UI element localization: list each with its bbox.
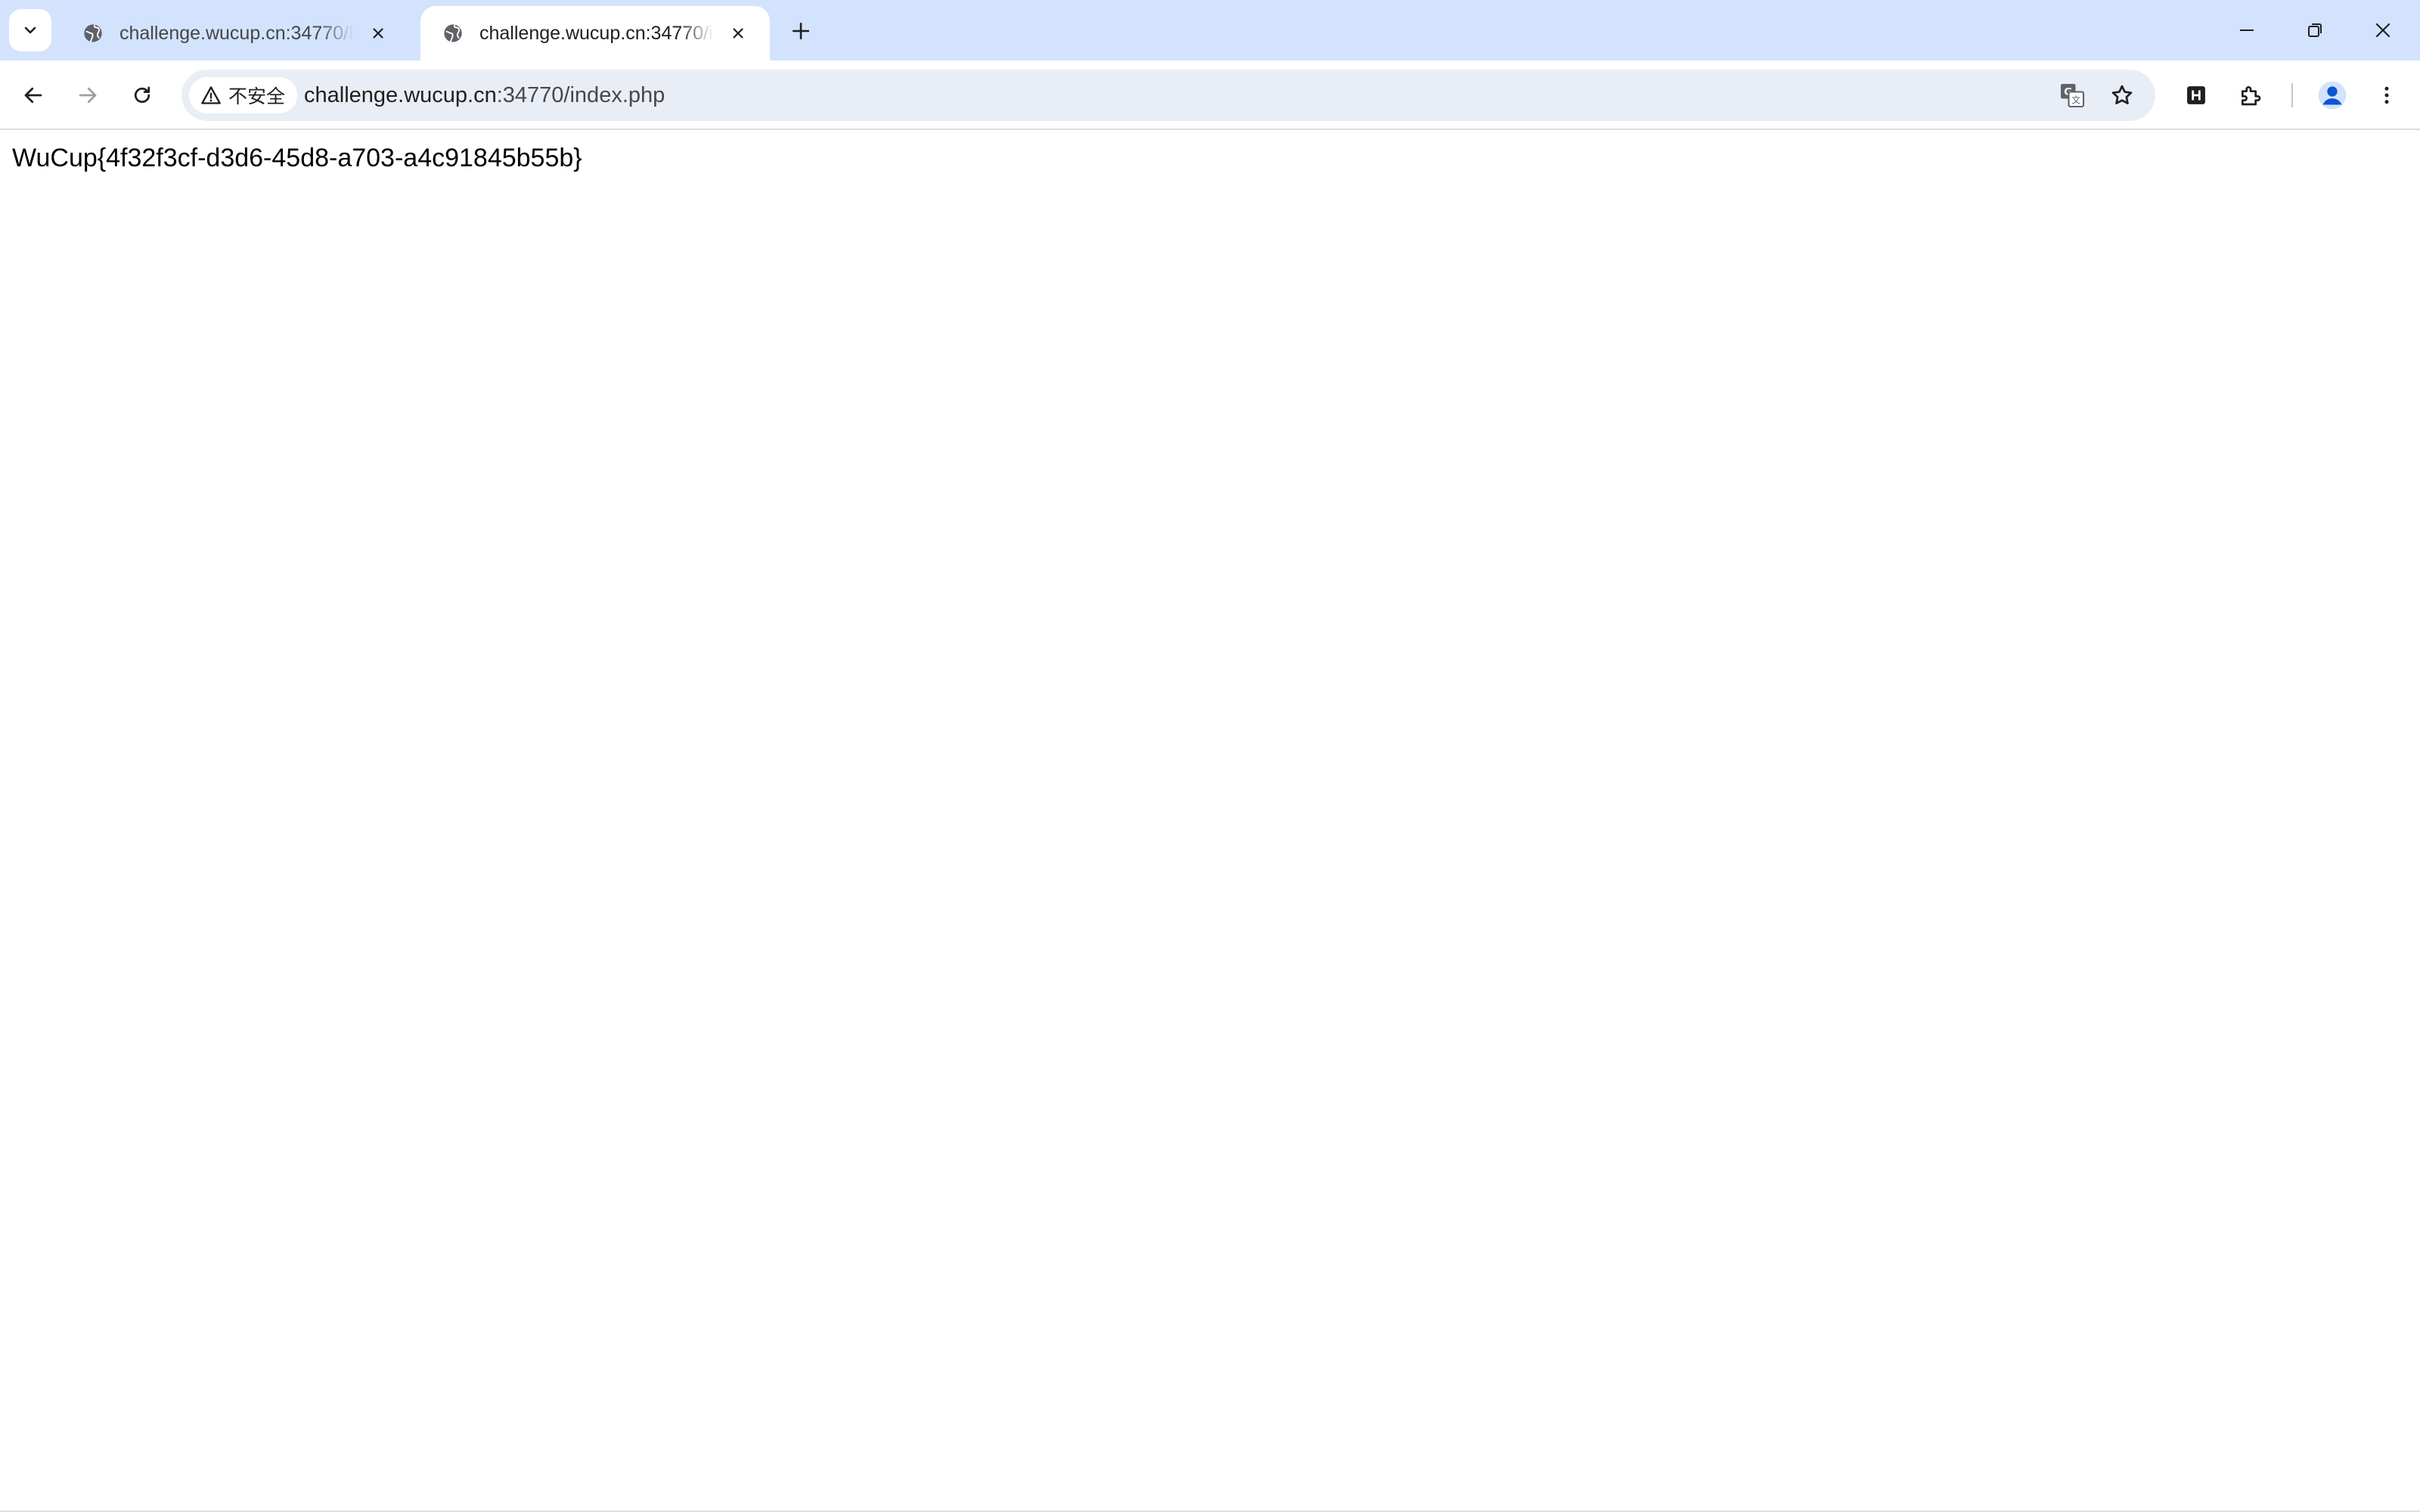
back-arrow-icon (24, 87, 42, 104)
hackbar-extension-button[interactable] (2178, 77, 2214, 113)
url-host: challenge.wucup.cn (304, 83, 497, 107)
tab-1[interactable]: challenge.wucup.cn:34770/Es (60, 6, 410, 60)
flag-text: WuCup{4f32f3cf-d3d6-45d8-a703-a4c91845b5… (12, 144, 582, 172)
tab-strip: challenge.wucup.cn:34770/Es challenge.wu… (0, 0, 2420, 60)
bookmark-button[interactable] (2105, 79, 2139, 112)
tab-2-active[interactable]: challenge.wucup.cn:34770/index.php (420, 6, 770, 60)
globe-icon (442, 22, 464, 45)
chevron-down-icon (24, 26, 36, 34)
security-label: 不安全 (228, 85, 286, 107)
minimize-icon (2240, 29, 2254, 31)
forward-arrow-icon (79, 87, 97, 104)
extensions-button[interactable] (2232, 77, 2269, 113)
browser-window: challenge.wucup.cn:34770/Es challenge.wu… (0, 0, 2420, 1512)
restore-icon (2308, 23, 2322, 37)
url-text[interactable]: challenge.wucup.cn:34770/index.php (304, 70, 665, 121)
kebab-menu-icon (2384, 86, 2389, 104)
toolbar: 不安全 challenge.wucup.cn:34770/index.php G… (0, 60, 2420, 130)
back-button[interactable] (15, 77, 51, 113)
profile-button[interactable] (2314, 77, 2350, 113)
toolbar-divider (2291, 83, 2293, 107)
reload-icon (134, 86, 150, 104)
page-content: WuCup{4f32f3cf-d3d6-45d8-a703-a4c91845b5… (0, 130, 2420, 1512)
tab-2-title: challenge.wucup.cn:34770/index.php (479, 22, 714, 44)
reload-button[interactable] (124, 77, 160, 113)
avatar-icon (2318, 81, 2347, 110)
minimize-button[interactable] (2213, 0, 2281, 60)
warning-icon (200, 84, 222, 107)
translate-icon: G 文 (2061, 84, 2085, 108)
forward-button[interactable] (70, 77, 106, 113)
url-path: :34770/index.php (496, 83, 666, 107)
star-icon (2111, 85, 2133, 104)
new-tab-button[interactable] (783, 14, 818, 48)
tab-1-title: challenge.wucup.cn:34770/Es (119, 22, 354, 44)
globe-icon (82, 22, 104, 45)
close-icon (2375, 23, 2391, 38)
security-indicator[interactable]: 不安全 (189, 77, 298, 113)
translate-button[interactable]: G 文 (2055, 79, 2089, 112)
h-extension-icon (2187, 86, 2205, 104)
address-bar[interactable]: 不安全 challenge.wucup.cn:34770/index.php G… (182, 70, 2155, 121)
plus-icon (792, 22, 810, 40)
close-window-button[interactable] (2349, 0, 2417, 60)
tab-2-close-icon[interactable] (724, 20, 752, 47)
svg-text:文: 文 (2071, 94, 2080, 106)
restore-button[interactable] (2281, 0, 2349, 60)
tab-search-button[interactable] (9, 9, 51, 51)
menu-button[interactable] (2369, 77, 2405, 113)
puzzle-icon (2242, 86, 2261, 106)
tab-1-close-icon[interactable] (365, 20, 392, 47)
